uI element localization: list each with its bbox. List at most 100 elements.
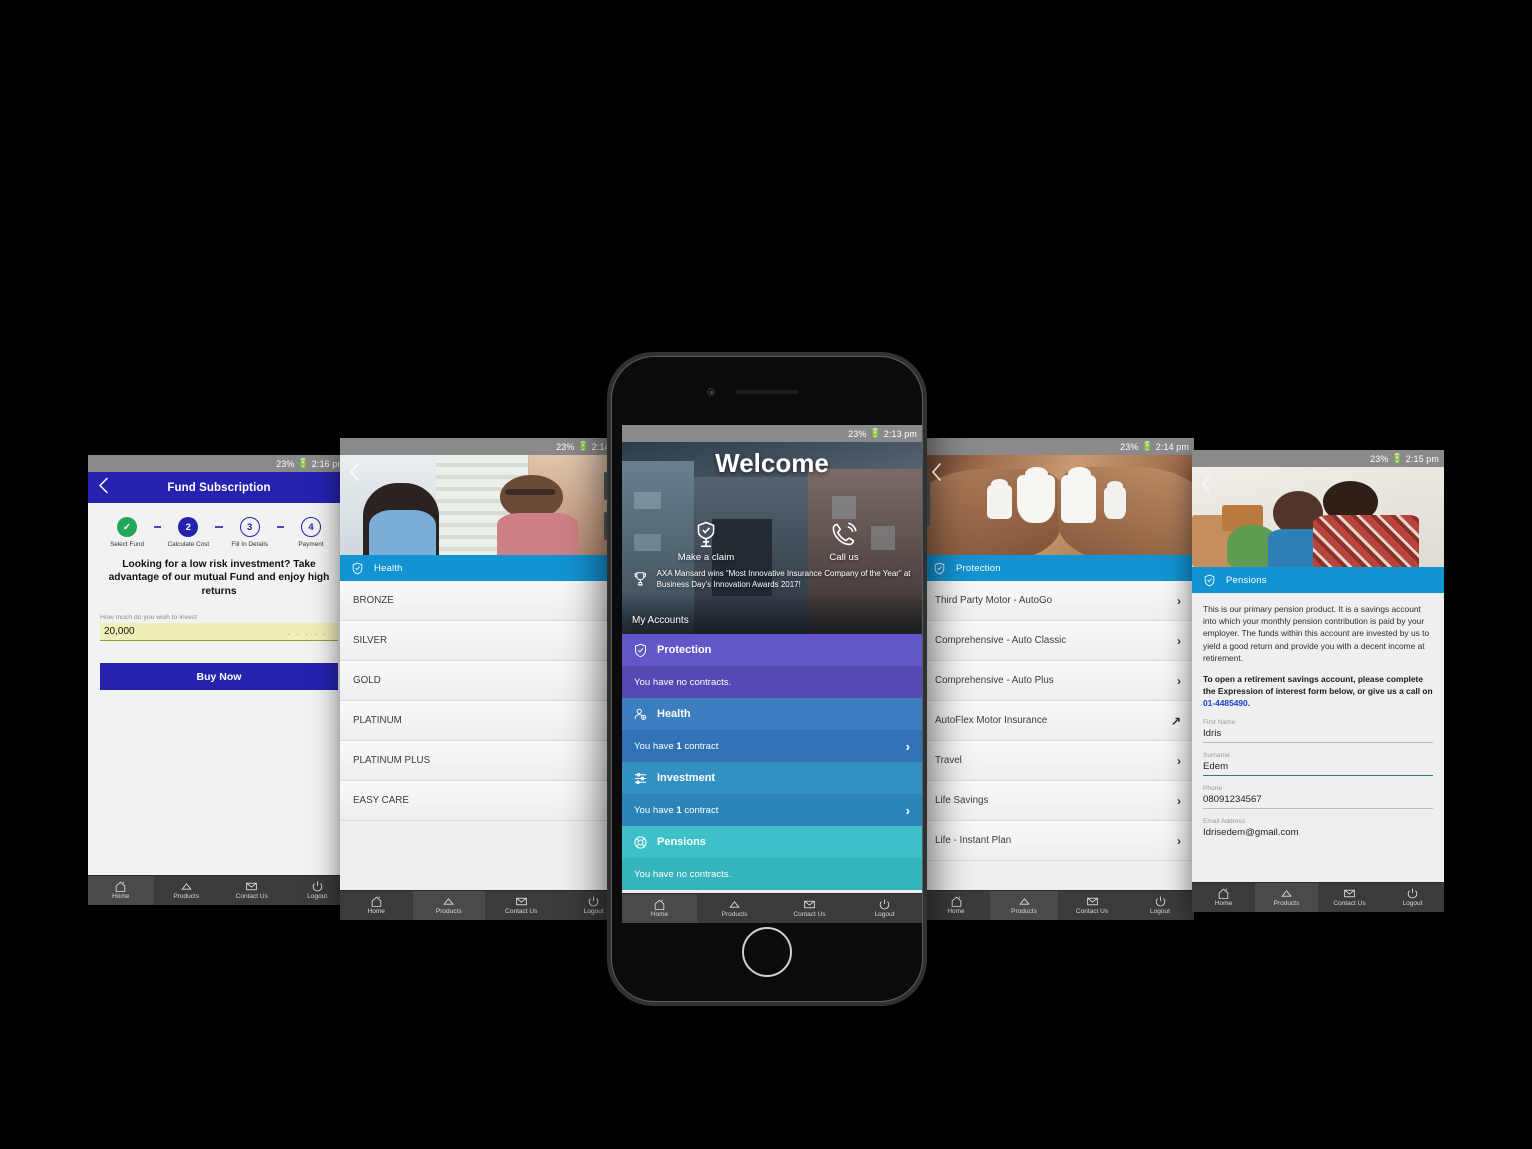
tab-home[interactable]: Home	[88, 876, 154, 905]
list-item[interactable]: SILVER›	[340, 621, 630, 661]
account-status-health[interactable]: You have 1 contract ›	[622, 730, 922, 762]
tab-products[interactable]: Products	[412, 891, 485, 920]
tab-label: Contact Us	[1333, 900, 1366, 908]
bottom-tab-bar: Home Products Contact Us Logout	[340, 890, 630, 920]
tab-contact-us[interactable]: Contact Us	[1058, 891, 1126, 920]
step-connector	[276, 526, 284, 528]
tab-label: Logout	[307, 893, 328, 901]
lifebuoy-icon	[634, 835, 647, 849]
shield-check-icon	[635, 643, 646, 657]
account-section-header-protection[interactable]: Protection	[622, 634, 922, 666]
power-icon	[1155, 896, 1165, 907]
list-item[interactable]: Comprehensive - Auto Plus ›	[922, 661, 1194, 701]
step-calculate-cost[interactable]: 2 Calculate Cost	[161, 517, 215, 548]
tab-logout[interactable]: Logout	[847, 894, 922, 923]
screen-health-products: 23% 🔋 2:14 pm Health BRONZE› SILVER› GOL…	[340, 438, 630, 920]
back-chevron-icon[interactable]	[348, 463, 361, 486]
list-item[interactable]: Life Savings ›	[922, 781, 1194, 821]
field-email-address[interactable]: Email Address Idrisedem@gmail.com	[1203, 818, 1433, 841]
welcome-title: Welcome	[715, 448, 829, 478]
invest-amount-input[interactable]	[100, 623, 338, 642]
tab-contact-us[interactable]: Contact Us	[485, 891, 558, 920]
pensions-description: This is our primary pension product. It …	[1203, 604, 1430, 663]
step-payment[interactable]: 4 Payment	[284, 517, 338, 548]
list-item[interactable]: PLATINUM PLUS›	[340, 741, 630, 781]
news-banner[interactable]: AXA Mansard wins “Most Innovative Insura…	[622, 566, 922, 592]
account-status-investment[interactable]: You have 1 contract ›	[622, 794, 922, 826]
field-value[interactable]: Idrisedem@gmail.com	[1203, 825, 1433, 841]
tab-contact-us[interactable]: Contact Us	[1318, 883, 1381, 912]
account-status-text: You have no contracts.	[634, 676, 732, 688]
step-select-fund[interactable]: ✓ Select Fund	[100, 517, 154, 548]
list-item[interactable]: PLATINUM›	[340, 701, 630, 741]
tab-products[interactable]: Products	[990, 891, 1058, 920]
list-item[interactable]: BRONZE›	[340, 581, 630, 621]
tab-products[interactable]: Products	[697, 894, 772, 923]
volume-down-button[interactable]	[604, 512, 607, 540]
tab-contact-us[interactable]: Contact Us	[219, 876, 285, 905]
tab-products[interactable]: Products	[154, 876, 220, 905]
status-bar: 23% 🔋 2:15 pm	[1192, 450, 1444, 467]
tab-logout[interactable]: Logout	[1126, 891, 1194, 920]
tab-home[interactable]: Home	[340, 891, 413, 920]
field-value[interactable]: 08091234567	[1203, 792, 1433, 809]
field-label: Surname	[1203, 751, 1230, 759]
screen-pensions: 23% 🔋 2:15 pm Pensions This is our prima…	[1192, 450, 1444, 912]
tab-contact-us[interactable]: Contact Us	[772, 894, 847, 923]
field-first-name[interactable]: First Name Idris	[1203, 719, 1433, 743]
tab-home[interactable]: Home	[1192, 883, 1255, 912]
buy-now-button[interactable]: Buy Now	[100, 663, 338, 691]
products-icon	[1018, 898, 1030, 905]
power-icon	[879, 899, 890, 910]
field-surname[interactable]: Surname Edem	[1203, 752, 1433, 776]
list-item[interactable]: Travel ›	[922, 741, 1194, 781]
shield-check-icon	[934, 562, 945, 574]
list-item[interactable]: EASY CARE›	[340, 781, 630, 821]
chevron-right-icon: ›	[1177, 753, 1181, 768]
account-section-header-investment[interactable]: Investment	[622, 762, 922, 794]
account-section-header-health[interactable]: Health	[622, 698, 922, 730]
list-item[interactable]: Third Party Motor - AutoGo ›	[922, 581, 1194, 621]
envelope-icon	[1344, 890, 1355, 898]
power-side-button[interactable]	[927, 482, 930, 526]
tab-logout[interactable]: Logout	[1381, 883, 1444, 912]
back-chevron-icon[interactable]	[930, 463, 943, 486]
page-title: Fund Subscription	[167, 481, 271, 494]
chevron-right-icon: ›	[905, 738, 910, 754]
make-a-claim-action[interactable]: Make a claim	[646, 520, 766, 563]
battery-percent: 23%	[848, 428, 867, 439]
status-pre: You have	[634, 804, 677, 816]
health-person-icon	[634, 708, 647, 720]
home-button[interactable]	[742, 927, 792, 977]
chevron-right-icon: ›	[1177, 833, 1181, 848]
list-item[interactable]: AutoFlex Motor Insurance ↗	[922, 701, 1194, 741]
power-icon	[588, 896, 599, 907]
tab-home[interactable]: Home	[622, 894, 697, 923]
step-fill-in-details[interactable]: 3 Fill In Details	[223, 517, 277, 548]
field-value[interactable]: Idris	[1203, 726, 1433, 743]
envelope-icon	[804, 901, 815, 909]
field-phone[interactable]: Phone 08091234567	[1203, 785, 1433, 809]
account-status-pensions: You have no contracts.	[622, 858, 922, 890]
screen-fund-subscription: 23% 🔋 2:16 pm Fund Subscription ✓ Select…	[88, 455, 350, 905]
list-item[interactable]: Life - Instant Plan ›	[922, 821, 1194, 861]
tab-label: Products	[721, 911, 748, 919]
tab-label: Home	[650, 911, 669, 919]
pensions-phone-link[interactable]: 01-4485490	[1203, 698, 1248, 708]
list-item[interactable]: Comprehensive - Auto Classic ›	[922, 621, 1194, 661]
category-label: Pensions	[1226, 574, 1267, 586]
hero-image-protection	[922, 455, 1194, 555]
list-item[interactable]: GOLD›	[340, 661, 630, 701]
volume-up-button[interactable]	[604, 472, 607, 500]
tab-home[interactable]: Home	[922, 891, 990, 920]
field-value[interactable]: Edem	[1203, 759, 1433, 776]
bottom-tab-bar: Home Products Contact Us Logout	[88, 875, 350, 905]
account-section-header-pensions[interactable]: Pensions	[622, 826, 922, 858]
back-chevron-icon[interactable]	[1200, 475, 1213, 498]
tab-products[interactable]: Products	[1255, 883, 1318, 912]
call-us-action[interactable]: Call us	[790, 520, 898, 563]
account-status-text: You have 1 contract	[634, 741, 718, 752]
back-chevron-icon[interactable]	[98, 477, 109, 498]
category-label: Protection	[956, 562, 1001, 574]
battery-icon: 🔋	[1141, 441, 1153, 451]
